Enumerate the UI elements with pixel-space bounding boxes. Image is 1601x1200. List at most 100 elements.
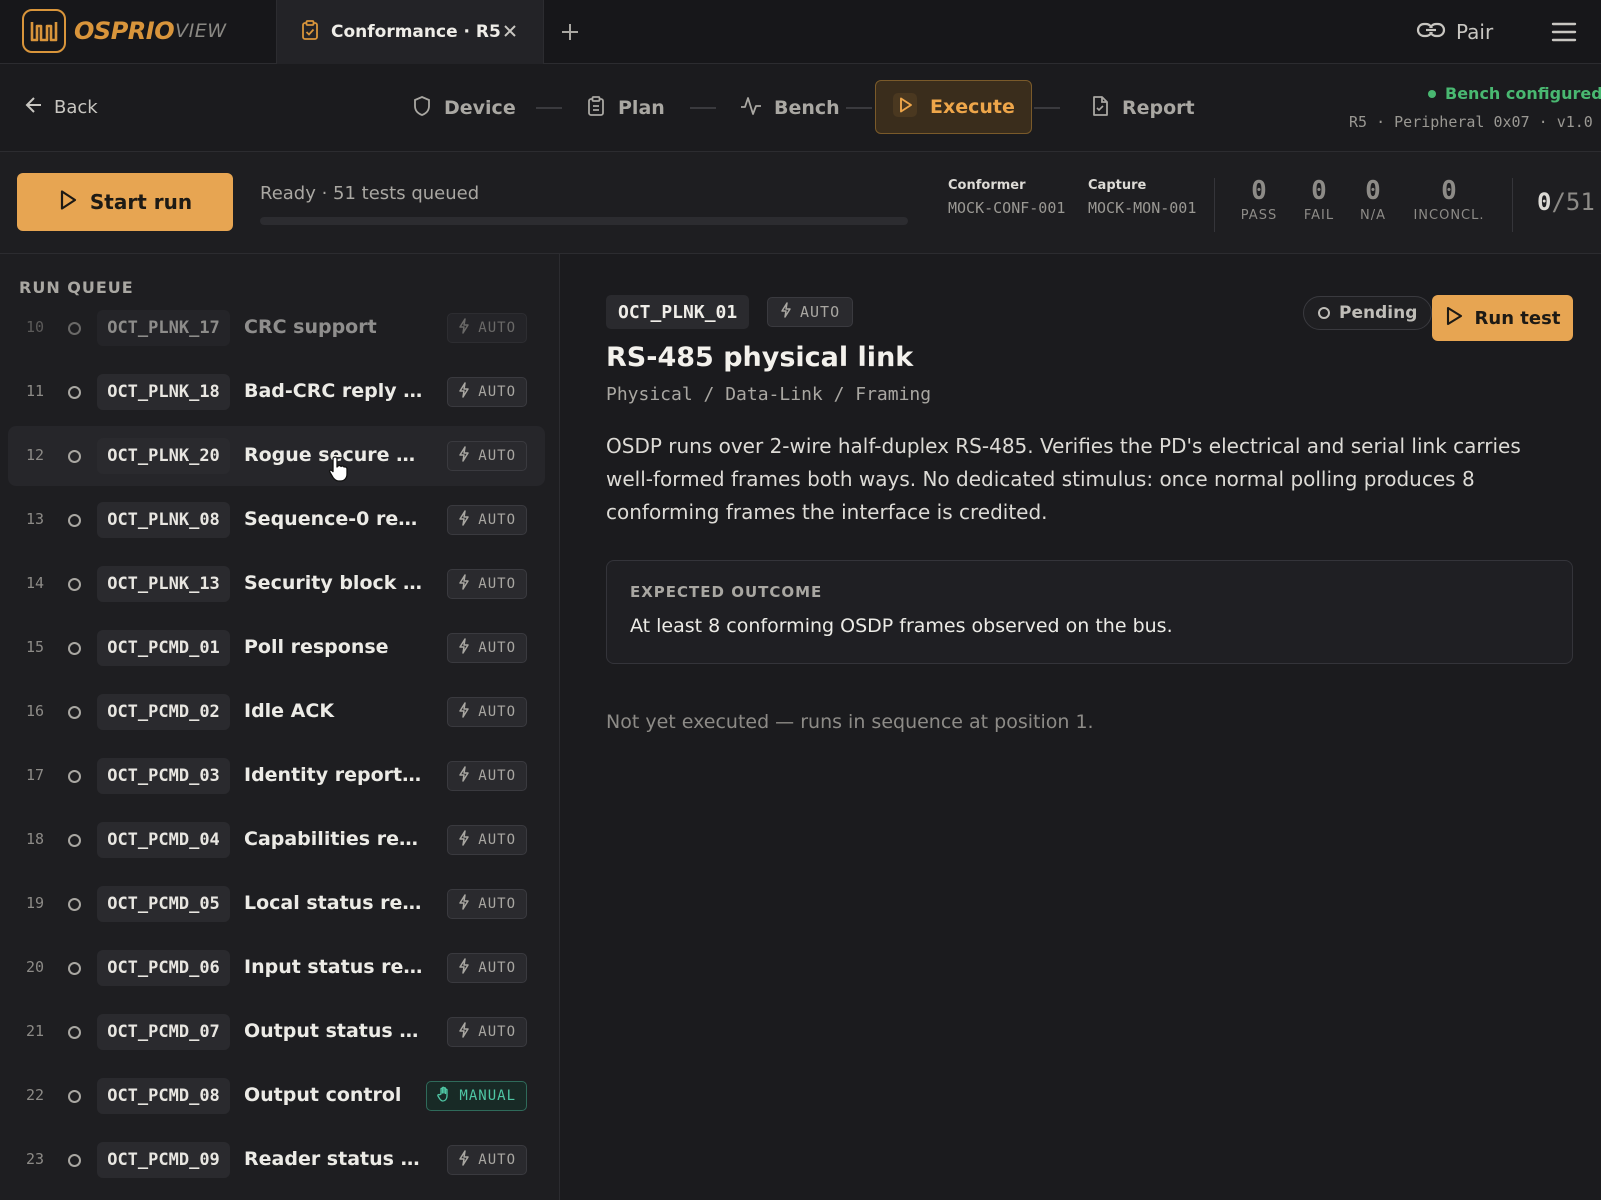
bolt-icon bbox=[458, 702, 470, 722]
pass-count: 0 PASS bbox=[1236, 176, 1282, 223]
row-index: 18 bbox=[26, 830, 45, 848]
queue-row[interactable]: 10 OCT_PLNK_17 CRC support AUTO bbox=[8, 298, 545, 358]
start-run-button[interactable]: Start run bbox=[17, 173, 233, 231]
mode-label: AUTO bbox=[478, 704, 516, 720]
queue-row[interactable]: 14 OCT_PLNK_13 Security block par... AUTO bbox=[8, 554, 545, 614]
count-label: N/A bbox=[1360, 208, 1386, 223]
mode-label: AUTO bbox=[478, 384, 516, 400]
hand-icon bbox=[437, 1086, 451, 1106]
test-name: Reader status rep... bbox=[244, 1148, 424, 1170]
expected-outcome-label: EXPECTED OUTCOME bbox=[630, 583, 823, 601]
test-name: Capabilities repor... bbox=[244, 828, 424, 850]
bolt-icon bbox=[458, 1150, 470, 1170]
queue-row[interactable]: 13 OCT_PLNK_08 Sequence-0 restart AUTO bbox=[8, 490, 545, 550]
clipboard-check-icon bbox=[301, 20, 319, 44]
top-bar: OSPRIO VIEW Conformance · R5 Pair bbox=[0, 0, 1601, 64]
back-button[interactable]: Back bbox=[24, 95, 98, 119]
app-logo[interactable]: OSPRIO VIEW bbox=[22, 9, 227, 53]
pending-ring-icon bbox=[68, 1026, 81, 1039]
queue-row[interactable]: 18 OCT_PCMD_04 Capabilities repor... AUTO bbox=[8, 810, 545, 870]
test-name: Input status report bbox=[244, 956, 424, 978]
bolt-icon bbox=[458, 894, 470, 914]
bolt-icon bbox=[780, 302, 792, 322]
start-run-label: Start run bbox=[89, 190, 193, 214]
tab-label: Conformance · R5 bbox=[331, 22, 501, 42]
test-name: Output control bbox=[244, 1084, 402, 1106]
queue-row[interactable]: 16 OCT_PCMD_02 Idle ACK AUTO bbox=[8, 682, 545, 742]
hamburger-menu-icon[interactable] bbox=[1550, 18, 1578, 46]
row-index: 10 bbox=[26, 318, 45, 336]
queue-row[interactable]: 19 OCT_PCMD_05 Local status report AUTO bbox=[8, 874, 545, 934]
run-test-label: Run test bbox=[1474, 307, 1561, 329]
row-index: 16 bbox=[26, 702, 45, 720]
queue-row[interactable]: 17 OCT_PCMD_03 Identity report (P... AUTO bbox=[8, 746, 545, 806]
queue-row[interactable]: 11 OCT_PLNK_18 Bad-CRC reply de... AUTO bbox=[8, 362, 545, 422]
logo-subtext: VIEW bbox=[175, 20, 227, 42]
pending-ring-icon bbox=[68, 322, 81, 335]
done-count: 0 bbox=[1537, 188, 1552, 216]
test-name: Sequence-0 restart bbox=[244, 508, 424, 530]
play-icon bbox=[1445, 306, 1463, 331]
test-code: OCT_PCMD_03 bbox=[97, 758, 230, 794]
step-label: Bench bbox=[774, 97, 840, 119]
bench-meta: R5 · Peripheral 0x07 · v1.0 bbox=[1349, 113, 1593, 131]
bolt-icon bbox=[458, 574, 470, 594]
run-queue: RUN QUEUE 10 OCT_PLNK_17 CRC support AUTO 11… bbox=[0, 254, 560, 1200]
queue-row[interactable]: 22 OCT_PCMD_08 Output control MANUAL bbox=[8, 1066, 545, 1126]
bolt-icon bbox=[458, 318, 470, 338]
queue-row[interactable]: 21 OCT_PCMD_07 Output status rep... AUTO bbox=[8, 1002, 545, 1062]
tab-conformance[interactable]: Conformance · R5 bbox=[276, 0, 544, 64]
auto-badge: AUTO bbox=[447, 761, 527, 791]
queue-row[interactable]: 23 OCT_PCMD_09 Reader status rep... AUTO bbox=[8, 1130, 545, 1190]
step-device[interactable]: Device bbox=[396, 82, 532, 134]
test-title: RS-485 physical link bbox=[606, 342, 914, 373]
row-index: 14 bbox=[26, 574, 45, 592]
bolt-icon bbox=[458, 638, 470, 658]
auto-badge: AUTO bbox=[447, 313, 527, 343]
queue-row[interactable]: 12 OCT_PLNK_20 Rogue secure poll AUTO bbox=[8, 426, 545, 486]
test-code: OCT_PCMD_06 bbox=[97, 950, 230, 986]
link-icon bbox=[1416, 20, 1446, 44]
auto-badge: AUTO bbox=[447, 825, 527, 855]
status-badge: Pending bbox=[1303, 296, 1433, 330]
add-tab-icon[interactable] bbox=[557, 19, 583, 45]
mode-label: AUTO bbox=[478, 576, 516, 592]
queue-row[interactable]: 20 OCT_PCMD_06 Input status report AUTO bbox=[8, 938, 545, 998]
row-index: 13 bbox=[26, 510, 45, 528]
count-label: INCONCL. bbox=[1413, 208, 1485, 223]
step-bench[interactable]: Bench bbox=[724, 82, 856, 134]
step-divider bbox=[536, 107, 562, 109]
run-progress-bar bbox=[260, 217, 908, 225]
queue-row[interactable]: 15 OCT_PCMD_01 Poll response AUTO bbox=[8, 618, 545, 678]
count-value: 0 bbox=[1365, 176, 1381, 206]
pending-ring-icon bbox=[68, 706, 81, 719]
step-label: Execute bbox=[930, 96, 1015, 118]
count-value: 0 bbox=[1251, 176, 1267, 206]
test-detail-panel: OCT_PLNK_01 AUTO Pending Run test RS-485… bbox=[560, 254, 1601, 1200]
test-code: OCT_PCMD_05 bbox=[97, 886, 230, 922]
run-test-button[interactable]: Run test bbox=[1432, 295, 1573, 341]
step-plan[interactable]: Plan bbox=[570, 82, 681, 134]
step-report[interactable]: Report bbox=[1074, 82, 1211, 134]
mode-label: AUTO bbox=[478, 896, 516, 912]
test-description: OSDP runs over 2-wire half-duplex RS-485… bbox=[606, 434, 1521, 524]
pair-label: Pair bbox=[1456, 20, 1494, 44]
pending-ring-icon bbox=[68, 642, 81, 655]
logo-mark-icon bbox=[22, 9, 66, 53]
auto-badge: AUTO bbox=[447, 953, 527, 983]
pending-ring-icon bbox=[68, 962, 81, 975]
step-execute[interactable]: Execute bbox=[875, 80, 1032, 134]
auto-badge: AUTO bbox=[447, 377, 527, 407]
clipboard-icon bbox=[586, 95, 606, 121]
close-tab-icon[interactable] bbox=[499, 20, 521, 42]
divider bbox=[1512, 178, 1513, 232]
mode-label: AUTO bbox=[478, 768, 516, 784]
inconclusive-count: 0 INCONCL. bbox=[1406, 176, 1492, 223]
step-divider bbox=[1034, 107, 1060, 109]
row-index: 19 bbox=[26, 894, 45, 912]
file-icon bbox=[1090, 95, 1110, 121]
expected-outcome-text: At least 8 conforming OSDP frames observ… bbox=[630, 615, 1173, 637]
pair-button[interactable]: Pair bbox=[1416, 16, 1493, 48]
auto-badge: AUTO bbox=[447, 441, 527, 471]
pending-ring-icon bbox=[68, 386, 81, 399]
